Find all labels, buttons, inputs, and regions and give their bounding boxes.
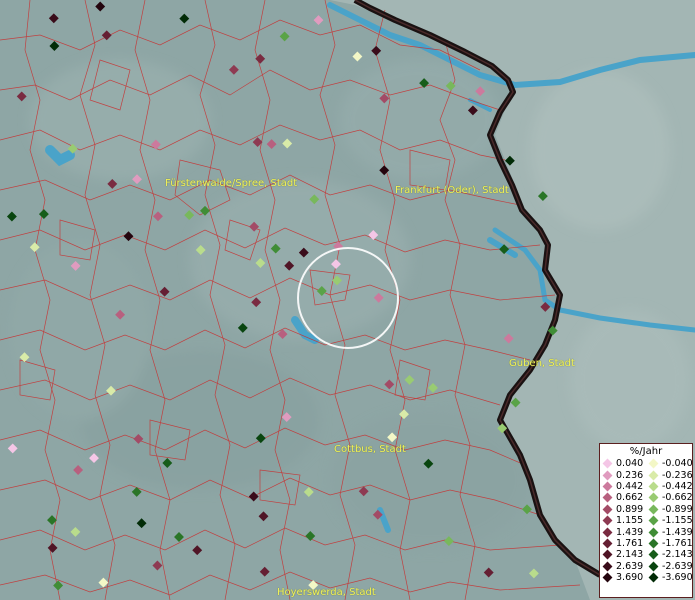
legend-value: 2.639 <box>616 560 644 572</box>
legend-item-negative: -1.761 <box>648 538 694 549</box>
legend-item-positive: 2.639 <box>602 561 648 572</box>
legend-item-positive: 1.761 <box>602 538 648 549</box>
legend-item-negative: -0.662 <box>648 492 694 503</box>
legend-swatch <box>602 458 613 469</box>
legend-value: -1.439 <box>662 526 693 538</box>
legend-item-positive: 1.155 <box>602 515 648 526</box>
legend-value: 1.439 <box>616 526 644 538</box>
legend-swatch <box>648 538 659 549</box>
legend-item-negative: -0.899 <box>648 504 694 515</box>
legend-item-positive: 0.442 <box>602 481 648 492</box>
legend-value: 1.155 <box>616 515 644 527</box>
legend-item-negative: -2.143 <box>648 549 694 560</box>
city-label-fuerstenwalde: Fürstenwalde/Spree, Stadt <box>165 178 298 189</box>
legend-value: -2.639 <box>662 560 693 572</box>
legend-item-negative: -2.639 <box>648 561 694 572</box>
city-label-guben: Guben, Stadt <box>509 358 575 369</box>
legend-item-negative: -0.236 <box>648 469 694 481</box>
legend-value: -3.690 <box>662 572 693 584</box>
map-legend: %/Jahr 0.040 -0.040 0.236 -0.236 0.442 -0.442… <box>599 443 693 598</box>
legend-value: -2.143 <box>662 549 693 561</box>
legend-value: 0.442 <box>616 480 644 492</box>
legend-swatch <box>602 561 613 572</box>
legend-swatch <box>648 481 659 492</box>
legend-swatch <box>648 549 659 560</box>
city-label-hoyerswerda: Hoyerswerda, Stadt <box>277 587 376 598</box>
legend-item-positive: 0.899 <box>602 504 648 515</box>
legend-item-negative: -0.040 <box>648 458 694 469</box>
legend-swatch <box>648 515 659 526</box>
legend-item-positive: 2.143 <box>602 549 648 560</box>
legend-item-negative: -0.442 <box>648 481 694 492</box>
legend-value: 2.143 <box>616 549 644 561</box>
legend-swatch <box>648 561 659 572</box>
legend-swatch <box>602 481 613 492</box>
legend-value: -0.040 <box>662 458 693 470</box>
legend-value: 0.236 <box>616 469 644 481</box>
legend-value: -0.442 <box>662 480 693 492</box>
map-canvas[interactable] <box>0 0 695 600</box>
legend-swatch <box>648 572 659 583</box>
legend-title: %/Jahr <box>629 446 663 457</box>
legend-value: -0.899 <box>662 503 693 515</box>
legend-value: 3.690 <box>616 572 644 584</box>
legend-grid: 0.040 -0.040 0.236 -0.236 0.442 -0.442 0.662 -0… <box>600 458 694 583</box>
legend-value: -0.662 <box>662 492 693 504</box>
city-label-frankfurt: Frankfurt (Oder), Stadt <box>395 185 509 196</box>
legend-item-negative: -1.155 <box>648 515 694 526</box>
legend-swatch <box>648 504 659 515</box>
legend-swatch <box>602 538 613 549</box>
legend-value: 0.662 <box>616 492 644 504</box>
legend-value: 1.761 <box>616 537 644 549</box>
legend-item-positive: 3.690 <box>602 572 648 583</box>
legend-value: 0.040 <box>616 458 644 470</box>
legend-value: -0.236 <box>662 469 693 481</box>
map-view[interactable]: Fürstenwalde/Spree, Stadt Frankfurt (Ode… <box>0 0 695 600</box>
legend-swatch <box>602 470 613 481</box>
legend-item-negative: -1.439 <box>648 526 694 538</box>
legend-item-positive: 0.662 <box>602 492 648 503</box>
legend-swatch <box>648 527 659 537</box>
legend-swatch <box>602 504 613 515</box>
legend-swatch <box>602 572 613 583</box>
city-label-cottbus: Cottbus, Stadt <box>334 444 406 455</box>
legend-swatch <box>602 515 613 526</box>
legend-item-positive: 0.236 <box>602 469 648 481</box>
legend-swatch <box>648 470 659 481</box>
legend-swatch <box>602 527 613 537</box>
legend-swatch <box>602 549 613 560</box>
legend-swatch <box>602 492 613 503</box>
legend-value: -1.761 <box>662 537 693 549</box>
legend-swatch <box>648 458 659 469</box>
legend-item-positive: 0.040 <box>602 458 648 469</box>
legend-item-positive: 1.439 <box>602 526 648 538</box>
legend-swatch <box>648 492 659 503</box>
legend-value: -1.155 <box>662 515 693 527</box>
legend-value: 0.899 <box>616 503 644 515</box>
legend-item-negative: -3.690 <box>648 572 694 583</box>
